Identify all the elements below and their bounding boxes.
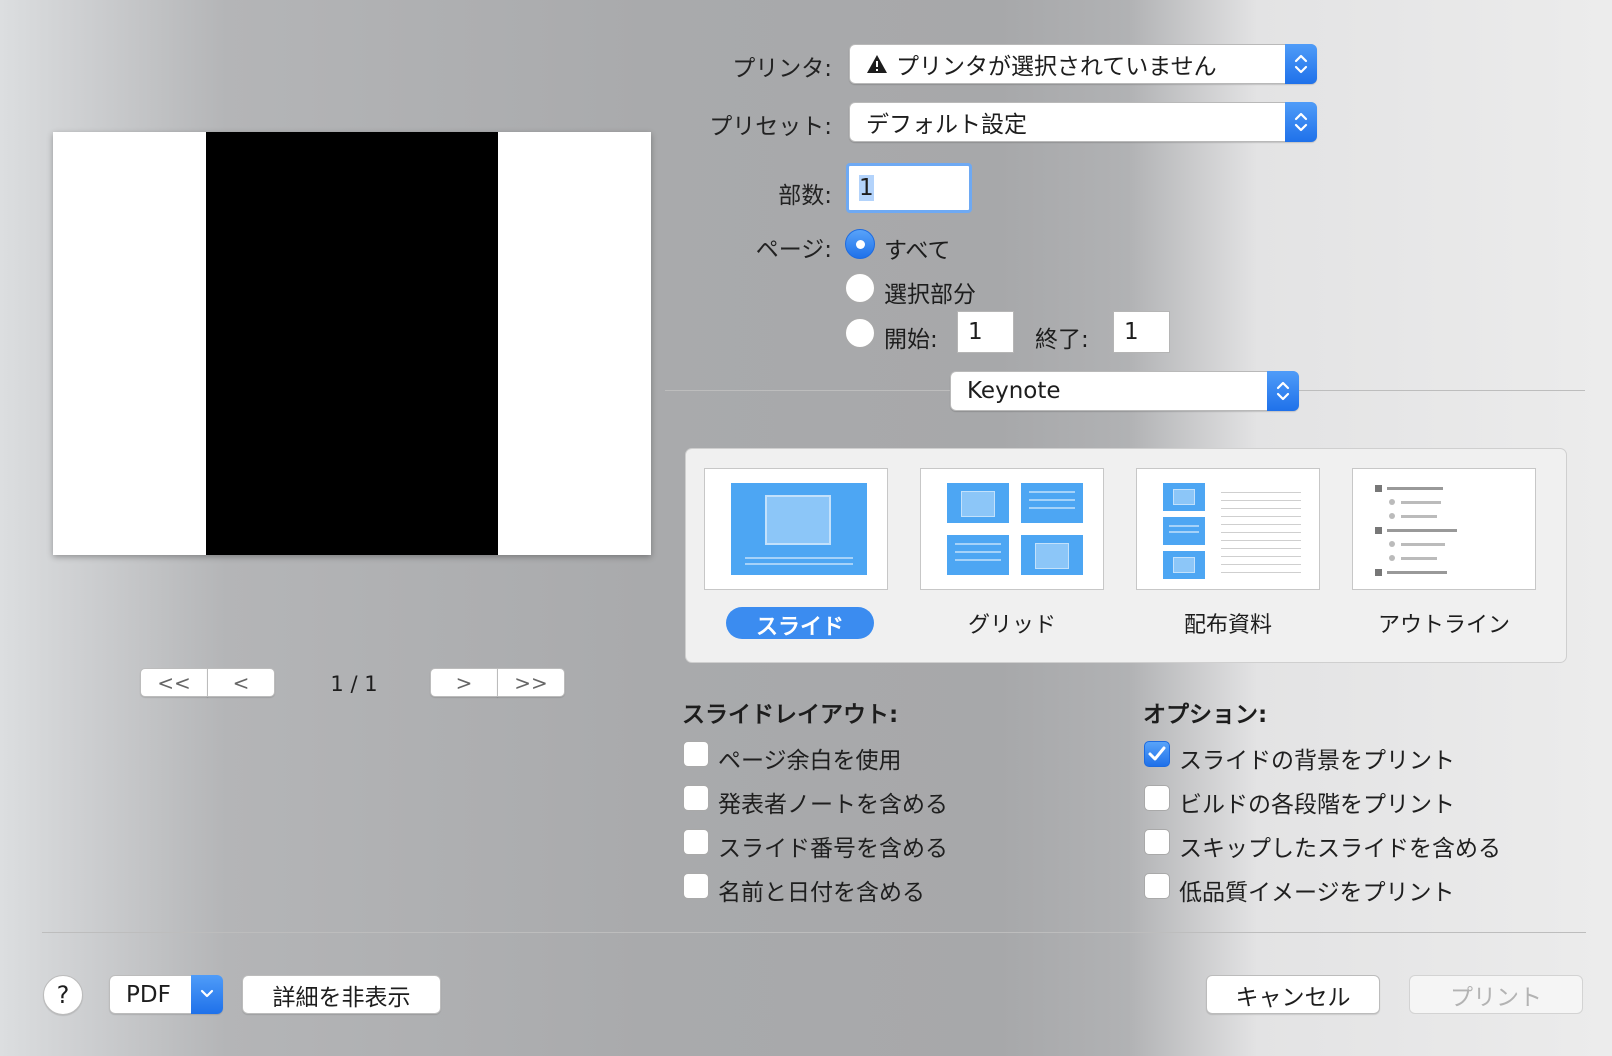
up-down-arrows-icon bbox=[1294, 112, 1308, 132]
print-slide-backgrounds-checkbox[interactable] bbox=[1144, 741, 1170, 767]
print-build-stages-checkbox[interactable] bbox=[1144, 785, 1170, 811]
pages-label: ページ: bbox=[755, 237, 832, 263]
print-low-quality-images-checkbox[interactable] bbox=[1144, 873, 1170, 899]
double-chevron-left-icon: << bbox=[157, 670, 191, 695]
app-options-stepper bbox=[1267, 371, 1299, 411]
printer-label: プリンタ: bbox=[732, 56, 832, 82]
layout-slide-label: スライド bbox=[755, 615, 844, 640]
layout-type-panel: スライド グリッド 配布資料 アウトライン bbox=[685, 448, 1567, 663]
layout-grid-thumbnail[interactable] bbox=[920, 468, 1104, 590]
radio-all-pages[interactable] bbox=[845, 229, 875, 259]
chevron-right-icon: > bbox=[455, 670, 473, 695]
cancel-button[interactable]: キャンセル bbox=[1206, 975, 1380, 1014]
help-button[interactable]: ? bbox=[43, 975, 83, 1015]
include-slide-numbers-label: スライド番号を含める bbox=[718, 836, 948, 862]
radio-selection[interactable] bbox=[845, 273, 875, 303]
preset-value: デフォルト設定 bbox=[866, 112, 1027, 138]
checkmark-icon bbox=[1148, 746, 1166, 761]
preset-stepper bbox=[1285, 102, 1317, 142]
chevron-down-icon bbox=[200, 989, 214, 998]
printer-value: プリンタが選択されていません bbox=[896, 54, 1217, 80]
chevron-left-icon: < bbox=[232, 670, 250, 695]
app-options-popup[interactable]: Keynote bbox=[950, 371, 1299, 411]
page-to-label: 終了: bbox=[1035, 327, 1089, 353]
copies-field[interactable]: 1 bbox=[846, 163, 972, 213]
previous-page-button[interactable]: < bbox=[207, 668, 275, 697]
slide-layout-icon bbox=[731, 483, 867, 575]
layout-handout-label: 配布資料 bbox=[1183, 613, 1272, 638]
printer-popup[interactable]: プリンタが選択されていません bbox=[849, 44, 1317, 84]
page-from-value: 1 bbox=[968, 319, 983, 345]
radio-page-range-label: 開始: bbox=[884, 327, 938, 353]
include-skipped-slides-checkbox[interactable] bbox=[1144, 829, 1170, 855]
page-from-field[interactable]: 1 bbox=[957, 311, 1014, 353]
preset-popup[interactable]: デフォルト設定 bbox=[849, 102, 1317, 142]
page-to-field[interactable]: 1 bbox=[1113, 311, 1170, 353]
first-page-button[interactable]: << bbox=[140, 668, 208, 697]
printer-stepper bbox=[1285, 44, 1317, 84]
handout-layout-icon bbox=[1137, 469, 1319, 589]
include-name-date-checkbox[interactable] bbox=[683, 873, 709, 899]
print-preview bbox=[53, 132, 651, 555]
preview-slide-content bbox=[206, 132, 498, 555]
layout-outline-label: アウトライン bbox=[1377, 613, 1510, 638]
radio-page-range[interactable] bbox=[845, 318, 875, 348]
hide-details-button[interactable]: 詳細を非表示 bbox=[242, 975, 441, 1014]
radio-all-pages-label: すべて bbox=[884, 238, 951, 264]
preset-label: プリセット: bbox=[709, 114, 832, 140]
print-button[interactable]: プリント bbox=[1409, 975, 1583, 1014]
include-presenter-notes-checkbox[interactable] bbox=[683, 785, 709, 811]
double-chevron-right-icon: >> bbox=[514, 670, 548, 695]
use-page-margins-label: ページ余白を使用 bbox=[718, 748, 902, 774]
print-low-quality-images-label: 低品質イメージをプリント bbox=[1179, 880, 1455, 906]
outline-layout-icon bbox=[1353, 469, 1535, 589]
pdf-dropdown bbox=[191, 975, 223, 1014]
include-presenter-notes-label: 発表者ノートを含める bbox=[718, 792, 948, 818]
pdf-menu-button[interactable]: PDF bbox=[109, 975, 223, 1014]
layout-grid-label: グリッド bbox=[967, 613, 1056, 638]
grid-layout-icon bbox=[921, 469, 1103, 589]
print-build-stages-label: ビルドの各段階をプリント bbox=[1179, 792, 1455, 818]
page-indicator: 1 / 1 bbox=[330, 672, 378, 696]
include-skipped-slides-label: スキップしたスライドを含める bbox=[1179, 836, 1501, 862]
use-page-margins-checkbox[interactable] bbox=[683, 741, 709, 767]
print-slide-backgrounds-label: スライドの背景をプリント bbox=[1179, 748, 1455, 774]
warning-icon bbox=[867, 55, 887, 73]
next-page-button[interactable]: > bbox=[430, 668, 498, 697]
include-name-date-label: 名前と日付を含める bbox=[718, 880, 925, 906]
pdf-label: PDF bbox=[126, 981, 171, 1008]
help-icon: ? bbox=[56, 981, 70, 1009]
options-title: オプション: bbox=[1143, 702, 1268, 728]
include-slide-numbers-checkbox[interactable] bbox=[683, 829, 709, 855]
copies-label: 部数: bbox=[778, 183, 832, 209]
layout-slide-thumbnail[interactable] bbox=[704, 468, 888, 590]
page-to-value: 1 bbox=[1124, 319, 1139, 345]
slide-layout-title: スライドレイアウト: bbox=[682, 702, 899, 728]
radio-selection-label: 選択部分 bbox=[884, 282, 976, 308]
up-down-arrows-icon bbox=[1294, 54, 1308, 74]
up-down-arrows-icon bbox=[1276, 381, 1290, 401]
copies-value: 1 bbox=[859, 175, 874, 201]
layout-handout-thumbnail[interactable] bbox=[1136, 468, 1320, 590]
layout-outline-thumbnail[interactable] bbox=[1352, 468, 1536, 590]
last-page-button[interactable]: >> bbox=[497, 668, 565, 697]
app-options-value: Keynote bbox=[967, 378, 1061, 404]
footer-separator bbox=[42, 932, 1586, 933]
